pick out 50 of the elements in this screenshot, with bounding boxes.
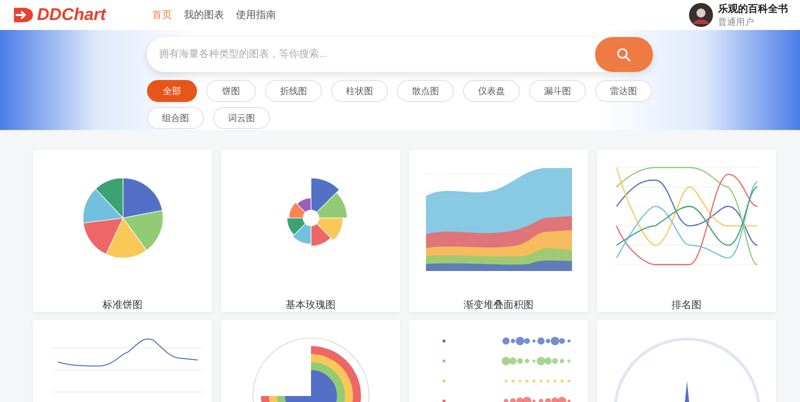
bubble xyxy=(442,380,445,382)
bubble xyxy=(546,380,549,382)
chart-card[interactable]: 渐变堆叠面积图 xyxy=(409,150,588,312)
bubble xyxy=(442,360,445,362)
search-icon xyxy=(616,46,632,62)
category-chip[interactable]: 饼图 xyxy=(206,80,256,102)
chart-card[interactable]: 排名图 xyxy=(597,150,776,312)
rose-slice xyxy=(292,223,311,244)
bubble xyxy=(560,380,563,382)
category-chip[interactable]: 折线图 xyxy=(265,80,322,102)
search-field[interactable]: 拥有海量各种类型的图表，等你搜索... xyxy=(147,37,595,72)
card-title: 排名图 xyxy=(672,298,702,312)
rose-slice xyxy=(310,223,331,246)
bubble xyxy=(442,400,445,402)
rose-slice xyxy=(316,192,347,218)
bubble xyxy=(567,380,570,382)
chart-card[interactable]: 标准饼图 xyxy=(33,150,212,312)
nav-link[interactable]: 我的图表 xyxy=(184,8,224,22)
card-title: 标准饼图 xyxy=(102,298,142,312)
bubble xyxy=(518,380,521,382)
rose-slice xyxy=(288,202,306,218)
bubble xyxy=(504,380,507,382)
pie-slice xyxy=(82,218,123,254)
pie-slice xyxy=(122,178,162,218)
category-chip[interactable]: 漏斗图 xyxy=(529,80,586,102)
user-role: 普通用户 xyxy=(718,16,755,28)
bubble xyxy=(511,380,514,382)
card-title: 基本玫瑰图 xyxy=(286,298,336,312)
nav-link[interactable]: 使用指南 xyxy=(236,8,276,22)
card-title: 渐变堆叠面积图 xyxy=(464,298,534,312)
logo-icon xyxy=(12,6,34,24)
bubble xyxy=(539,380,542,382)
avatar[interactable] xyxy=(689,3,713,27)
category-chip[interactable]: 仪表盘 xyxy=(463,80,520,102)
rose-slice xyxy=(286,218,306,236)
category-chip[interactable]: 全部 xyxy=(147,80,197,102)
bubble xyxy=(525,380,528,382)
logo-text[interactable]: DDChart xyxy=(37,5,106,25)
search-button[interactable] xyxy=(595,37,653,72)
category-chip[interactable]: 雷达图 xyxy=(595,80,652,102)
user-name: 乐观的百科全书 xyxy=(718,2,788,16)
bubble xyxy=(553,380,556,382)
category-chip[interactable]: 组合图 xyxy=(147,107,204,129)
category-chip[interactable]: 散点图 xyxy=(397,80,454,102)
rose-slice xyxy=(316,218,343,241)
bubble xyxy=(532,380,535,382)
category-chip[interactable]: 柱状图 xyxy=(331,80,388,102)
bubble xyxy=(442,340,445,342)
category-chip[interactable]: 词云图 xyxy=(213,107,270,129)
chart-card[interactable]: 基本玫瑰图 xyxy=(221,150,400,312)
